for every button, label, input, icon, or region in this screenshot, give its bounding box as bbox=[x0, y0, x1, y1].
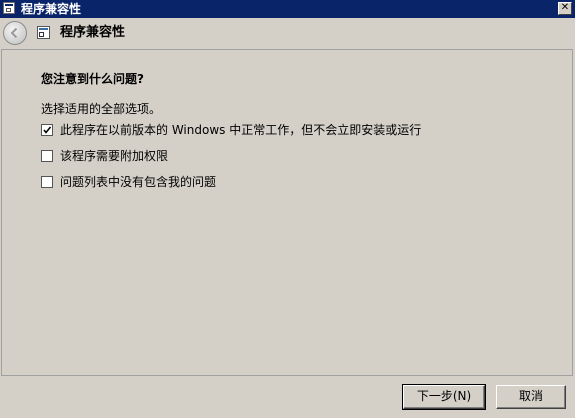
checkbox-checked[interactable] bbox=[41, 124, 53, 136]
cancel-button[interactable]: 取消 bbox=[496, 385, 566, 409]
close-button[interactable]: ✕ bbox=[558, 2, 572, 15]
back-button[interactable] bbox=[3, 21, 27, 45]
checkbox-unchecked[interactable] bbox=[41, 150, 53, 162]
instruction-text: 选择适用的全部选项。 bbox=[41, 102, 162, 116]
wizard-title: 程序兼容性 bbox=[60, 25, 126, 40]
back-arrow-icon bbox=[10, 27, 18, 39]
content-panel: 您注意到什么问题? 选择适用的全部选项。 此程序在以前版本的 Windows 中… bbox=[1, 49, 573, 376]
checkbox-unchecked[interactable] bbox=[41, 176, 53, 188]
next-button[interactable]: 下一步(N) bbox=[402, 384, 486, 410]
option-label: 问题列表中没有包含我的问题 bbox=[60, 175, 217, 189]
option-label: 此程序在以前版本的 Windows 中正常工作，但不会立即安装或运行 bbox=[60, 123, 422, 137]
window-icon bbox=[3, 2, 15, 14]
title-bar: 程序兼容性 ✕ bbox=[0, 0, 575, 18]
question-heading: 您注意到什么问题? bbox=[41, 72, 144, 86]
window-title: 程序兼容性 bbox=[21, 2, 82, 16]
check-mark-icon bbox=[43, 126, 52, 134]
option-label: 该程序需要附加权限 bbox=[60, 149, 169, 163]
program-icon bbox=[37, 26, 50, 39]
navigation-bar: 程序兼容性 bbox=[0, 18, 575, 48]
